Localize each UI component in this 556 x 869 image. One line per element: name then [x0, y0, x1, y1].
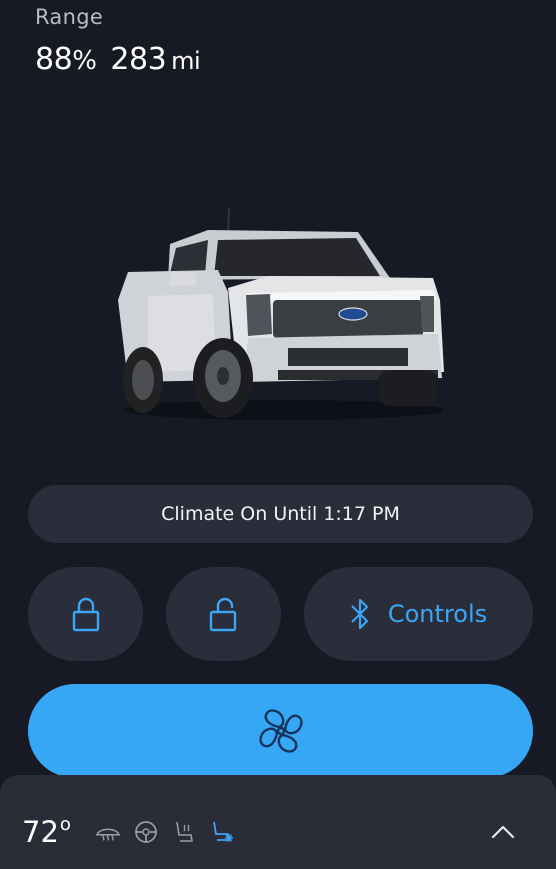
controls-button[interactable]: Controls [304, 567, 533, 661]
truck-image [108, 200, 458, 430]
unlock-button[interactable] [166, 567, 281, 661]
climate-fan-button[interactable] [28, 684, 533, 778]
climate-bottom-bar[interactable]: 72 o [0, 775, 556, 869]
climate-status[interactable]: Climate On Until 1:17 PM [28, 485, 533, 543]
range-label: Range [35, 5, 104, 29]
heated-steering-icon[interactable] [133, 819, 159, 845]
lock-button[interactable] [28, 567, 143, 661]
temperature-readout[interactable]: 72 o [22, 814, 71, 849]
controls-label: Controls [387, 600, 488, 628]
lock-icon [72, 597, 99, 632]
climate-status-label: Climate On Until 1:17 PM [161, 503, 400, 525]
defrost-icon[interactable] [95, 819, 121, 845]
chevron-up-icon[interactable] [489, 822, 517, 842]
battery-percent: 88% [35, 42, 97, 77]
unlock-icon [209, 597, 236, 632]
range-miles: 283 mi [110, 42, 201, 77]
cooled-seat-icon[interactable] [209, 819, 235, 845]
heated-seat-icon[interactable] [171, 819, 197, 845]
bluetooth-icon [351, 598, 368, 630]
fan-icon [258, 709, 303, 753]
range-values: 88% 283 mi [35, 42, 201, 77]
